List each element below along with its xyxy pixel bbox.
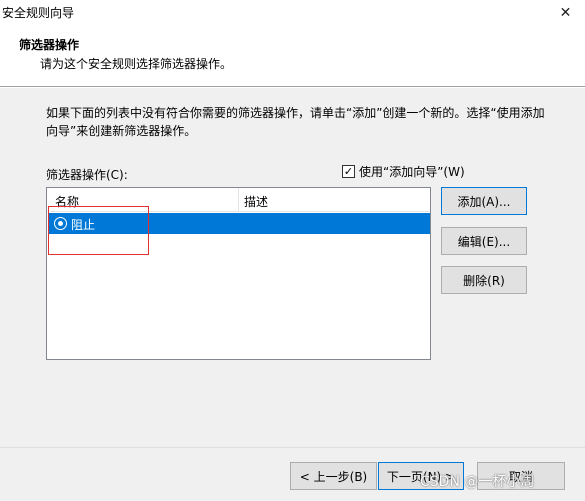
header-divider xyxy=(0,87,585,88)
list-column-headers: 名称 描述 xyxy=(47,188,430,212)
wizard-header: 筛选器操作 请为这个安全规则选择筛选器操作。 xyxy=(0,26,585,87)
close-icon[interactable]: ✕ xyxy=(546,0,585,26)
page-subtitle: 请为这个安全规则选择筛选器操作。 xyxy=(40,57,233,71)
filter-actions-list[interactable]: 名称 描述 阻止 xyxy=(46,187,431,360)
edit-button[interactable]: 编辑(E)... xyxy=(441,227,527,255)
use-wizard-checkbox[interactable]: ✓ 使用“添加向导”(W) xyxy=(342,163,465,180)
list-item-name: 阻止 xyxy=(71,218,96,232)
page-title: 筛选器操作 xyxy=(19,38,80,52)
filter-actions-label: 筛选器操作(C): xyxy=(46,168,128,182)
instructions-text: 如果下面的列表中没有符合你需要的筛选器操作，请单击“添加”创建一个新的。选择“使… xyxy=(46,106,545,138)
list-item[interactable]: 阻止 xyxy=(48,213,430,234)
use-wizard-label[interactable]: 使用“添加向导”(W) xyxy=(359,163,465,180)
radio-selected-icon[interactable] xyxy=(54,217,67,230)
footer-divider xyxy=(0,447,585,448)
title-bar: 安全规则向导 ✕ xyxy=(0,0,585,26)
column-separator[interactable] xyxy=(238,188,239,212)
column-header-description[interactable]: 描述 xyxy=(244,193,268,210)
watermark: CSDN @一杯小周 xyxy=(420,474,535,490)
column-header-name[interactable]: 名称 xyxy=(55,193,79,210)
checkmark-icon[interactable]: ✓ xyxy=(342,165,355,178)
back-button[interactable]: < 上一步(B) xyxy=(290,462,377,490)
window-title: 安全规则向导 xyxy=(2,6,75,20)
delete-button[interactable]: 删除(R) xyxy=(441,266,527,294)
add-button[interactable]: 添加(A)... xyxy=(441,187,527,215)
